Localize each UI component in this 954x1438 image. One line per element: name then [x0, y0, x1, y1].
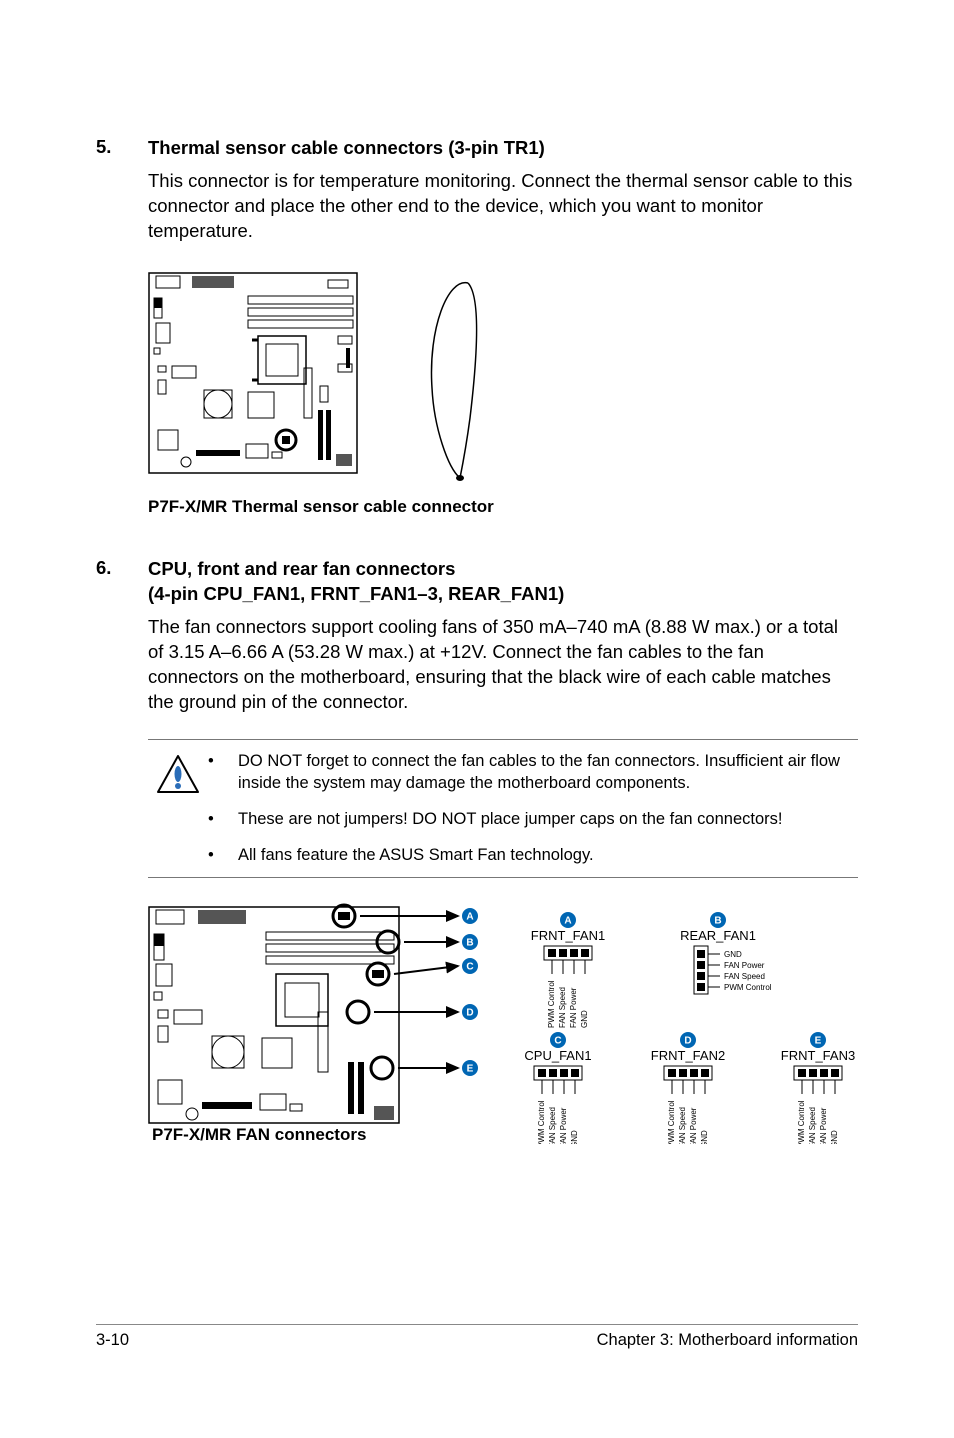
svg-text:FAN Power: FAN Power — [559, 1107, 568, 1144]
svg-text:FAN Power: FAN Power — [689, 1107, 698, 1144]
svg-text:FAN Speed: FAN Speed — [558, 987, 567, 1028]
page-number: 3-10 — [96, 1331, 129, 1350]
svg-text:FAN Speed: FAN Speed — [724, 972, 765, 981]
svg-text:GND: GND — [830, 1130, 839, 1144]
warning-box: • DO NOT forget to connect the fan cable… — [148, 739, 858, 878]
svg-text:FAN Speed: FAN Speed — [808, 1107, 817, 1144]
section-6-header: 6. CPU, front and rear fan connectors (4… — [96, 557, 858, 607]
svg-text:E: E — [815, 1035, 822, 1046]
section-5-title: Thermal sensor cable connectors (3-pin T… — [148, 136, 858, 161]
section-5-body: This connector is for temperature monito… — [148, 169, 858, 244]
svg-text:CPU_FAN1: CPU_FAN1 — [524, 1048, 591, 1063]
svg-text:B: B — [714, 915, 721, 926]
svg-text:REAR_FAN1: REAR_FAN1 — [680, 928, 756, 943]
svg-text:PWM Control: PWM Control — [537, 1100, 546, 1144]
svg-text:E: E — [467, 1063, 474, 1074]
warning-1-text: DO NOT forget to connect the fan cables … — [238, 750, 858, 795]
svg-text:A: A — [466, 911, 473, 922]
thermal-sensor-diagram — [148, 268, 568, 488]
svg-text:PWM Control: PWM Control — [797, 1100, 806, 1144]
svg-text:FAN Speed: FAN Speed — [678, 1107, 687, 1144]
chapter-title: Chapter 3: Motherboard information — [597, 1331, 858, 1350]
svg-text:GND: GND — [580, 1010, 589, 1028]
warning-item-3: • All fans feature the ASUS Smart Fan te… — [208, 844, 858, 866]
page: 5. Thermal sensor cable connectors (3-pi… — [0, 0, 954, 1390]
svg-text:D: D — [684, 1035, 691, 1046]
svg-text:PWM Control: PWM Control — [724, 983, 772, 992]
figure-fan-connectors: A B C D E A FRNT_FAN1 — [148, 894, 858, 1149]
svg-text:GND: GND — [570, 1130, 579, 1144]
warning-list: • DO NOT forget to connect the fan cable… — [208, 750, 858, 867]
figure-1-caption: P7F-X/MR Thermal sensor cable connector — [148, 497, 858, 517]
page-footer: 3-10 Chapter 3: Motherboard information — [96, 1324, 858, 1350]
svg-text:FAN Power: FAN Power — [569, 987, 578, 1028]
warning-item-2: • These are not jumpers! DO NOT place ju… — [208, 808, 858, 830]
svg-text:PWM Control: PWM Control — [667, 1100, 676, 1144]
section-5-number: 5. — [96, 136, 148, 161]
svg-text:B: B — [466, 937, 473, 948]
section-6-title-line2: (4-pin CPU_FAN1, FRNT_FAN1–3, REAR_FAN1) — [148, 582, 858, 607]
warning-2-text: These are not jumpers! DO NOT place jump… — [238, 808, 858, 830]
svg-text:FRNT_FAN1: FRNT_FAN1 — [531, 928, 605, 943]
warning-3-text: All fans feature the ASUS Smart Fan tech… — [238, 844, 858, 866]
section-5-header: 5. Thermal sensor cable connectors (3-pi… — [96, 136, 858, 161]
svg-text:GND: GND — [724, 950, 742, 959]
svg-text:FAN Power: FAN Power — [724, 961, 765, 970]
caution-icon — [148, 750, 208, 794]
svg-text:GND: GND — [700, 1130, 709, 1144]
bullet-icon: • — [208, 750, 238, 795]
svg-text:P7F-X/MR FAN connectors: P7F-X/MR FAN connectors — [152, 1125, 366, 1144]
svg-text:PWM Control: PWM Control — [547, 980, 556, 1028]
svg-text:C: C — [554, 1035, 561, 1046]
fan-connectors-diagram: A B C D E A FRNT_FAN1 — [148, 894, 858, 1144]
bullet-icon: • — [208, 808, 238, 830]
warning-item-1: • DO NOT forget to connect the fan cable… — [208, 750, 858, 795]
svg-text:FRNT_FAN2: FRNT_FAN2 — [651, 1048, 725, 1063]
bullet-icon: • — [208, 844, 238, 866]
section-6-title-line1: CPU, front and rear fan connectors — [148, 557, 858, 582]
section-6-body: The fan connectors support cooling fans … — [148, 615, 858, 715]
svg-text:D: D — [466, 1007, 473, 1018]
svg-text:FAN Power: FAN Power — [819, 1107, 828, 1144]
svg-text:A: A — [564, 915, 571, 926]
svg-text:FAN Speed: FAN Speed — [548, 1107, 557, 1144]
section-6-title-wrap: CPU, front and rear fan connectors (4-pi… — [148, 557, 858, 607]
section-6-number: 6. — [96, 557, 148, 607]
svg-text:C: C — [466, 961, 473, 972]
svg-text:FRNT_FAN3: FRNT_FAN3 — [781, 1048, 855, 1063]
section-5-title-wrap: Thermal sensor cable connectors (3-pin T… — [148, 136, 858, 161]
figure-thermal-sensor: P7F-X/MR Thermal sensor cable connector — [148, 268, 858, 517]
